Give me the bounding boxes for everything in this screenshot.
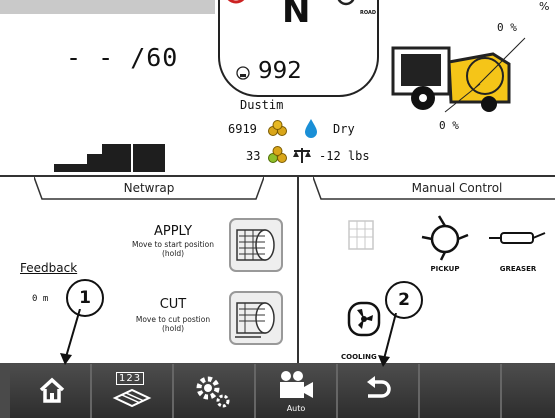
gear-indicator: N: [282, 0, 311, 31]
home-button[interactable]: [10, 364, 92, 418]
empty-toolbar-slot-1: [420, 364, 502, 418]
empty-toolbar-slot-2: [502, 364, 555, 418]
field-number-label: 123: [116, 372, 145, 385]
camera-mode-label: Auto: [286, 404, 306, 413]
speed-display: - - /60: [66, 43, 179, 72]
fill-percent-right: 0 %: [497, 21, 517, 34]
water-drop-icon: [305, 119, 317, 138]
apply-label: APPLY: [153, 224, 193, 239]
back-button[interactable]: [338, 364, 420, 418]
field-layers-icon: [112, 388, 152, 408]
camera-icon: [280, 371, 313, 398]
level-bar-4: [133, 144, 165, 172]
netwrap-disabled-icon: [348, 220, 374, 250]
level-bar-2: [87, 154, 102, 172]
level-bar-1: [54, 164, 87, 172]
pickup-icon: [421, 215, 469, 261]
moisture-value: Dry: [333, 122, 355, 136]
status-bar: [0, 0, 215, 14]
netwrap-panel: Netwrap APPLY Move to start position (ho…: [0, 177, 297, 363]
manual-control-title: Manual Control: [411, 181, 503, 195]
pickup-button[interactable]: PICKUP: [415, 213, 475, 279]
feedback-link[interactable]: Feedback: [20, 261, 77, 275]
baler-machine-icon: [391, 37, 526, 113]
field-button[interactable]: 123: [92, 364, 174, 418]
greaser-label: GREASER: [499, 265, 537, 273]
bale-count-secondary: 33: [246, 149, 261, 163]
fuel-icon: [236, 66, 250, 80]
fill-percent-left: 0 %: [439, 119, 459, 132]
settings-gears-icon: [196, 376, 230, 408]
callout-1-arrow: [60, 309, 81, 365]
home-icon: [39, 377, 65, 403]
bales-icon: [268, 120, 287, 136]
settings-button[interactable]: [174, 364, 256, 418]
corner-percent: %: [539, 0, 550, 13]
cut-button[interactable]: [229, 291, 283, 345]
camera-button[interactable]: Auto: [256, 364, 338, 418]
pickup-label: PICKUP: [430, 265, 460, 273]
feedback-value: 0 m: [32, 294, 49, 304]
bale-count: 6919: [228, 122, 257, 136]
callout-2-arrow: [378, 313, 397, 367]
level-bar-3: [102, 144, 131, 172]
net-roll-icon: [236, 229, 275, 261]
apply-button[interactable]: [229, 218, 283, 272]
gear-display: N ROAD 992: [218, 0, 379, 97]
road-label: ROAD: [360, 10, 376, 16]
greaser-icon: [489, 232, 546, 244]
gear-icon: [337, 0, 355, 6]
back-arrow-icon: [367, 376, 391, 398]
crop-name: Dustim: [240, 98, 284, 112]
manual-control-panel: Manual Control PICKUP GREASER COOLING: [299, 177, 555, 363]
weight-value: -12 lbs: [319, 149, 370, 163]
cut-description: Move to cut postion (hold): [135, 315, 211, 333]
cut-label: CUT: [159, 297, 187, 312]
warning-icon: [227, 0, 245, 4]
greaser-button[interactable]: GREASER: [487, 213, 549, 279]
netwrap-title: Netwrap: [123, 181, 175, 195]
scale-icon: [293, 148, 311, 163]
net-cut-icon: [235, 302, 275, 338]
fuel-value: 992: [258, 58, 302, 84]
bale-stack-icon: [268, 146, 287, 163]
apply-description: Move to start position (hold): [132, 240, 214, 258]
